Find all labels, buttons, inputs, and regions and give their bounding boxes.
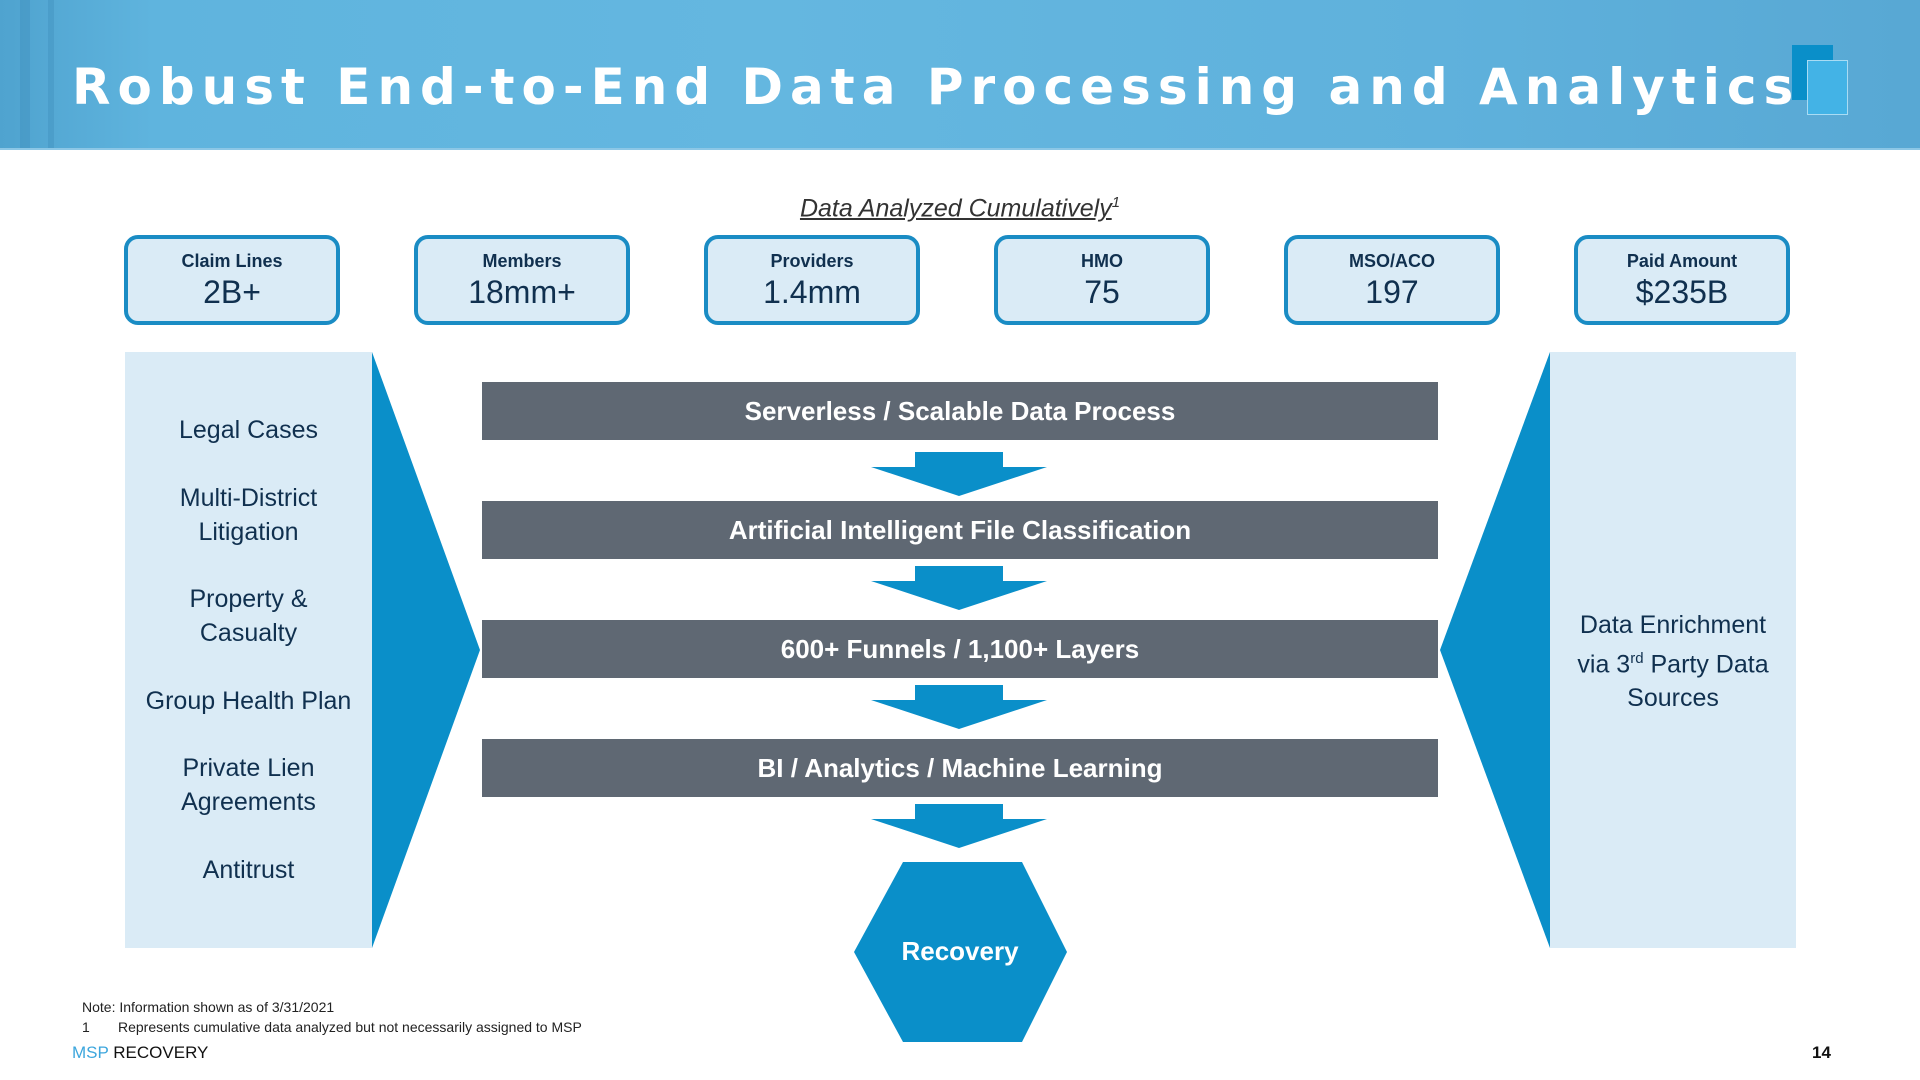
down-arrow-icon bbox=[871, 452, 1047, 496]
down-arrow-icon bbox=[871, 804, 1047, 848]
right-funnel-triangle bbox=[1440, 352, 1550, 948]
brand-rest: RECOVERY bbox=[108, 1043, 209, 1062]
process-step-3: 600+ Funnels / 1,100+ Layers bbox=[482, 620, 1438, 678]
footnote-text: Represents cumulative data analyzed but … bbox=[118, 1019, 582, 1035]
source-item-private-lien-agreements: Private Lien Agreements bbox=[181, 754, 316, 817]
source-item-legal-cases: Legal Cases bbox=[179, 416, 318, 445]
down-arrow-icon bbox=[871, 566, 1047, 610]
footnote: 1 Represents cumulative data analyzed but… bbox=[82, 1019, 582, 1035]
source-item-antitrust: Antitrust bbox=[202, 855, 295, 884]
source-item-multi-district-litigation: Multi-District Litigation bbox=[179, 483, 318, 546]
enrichment-text: Data Enrichment via 3rd Party Data Sourc… bbox=[1577, 611, 1769, 713]
page-number: 14 bbox=[1812, 1043, 1831, 1062]
source-list: Legal Cases Multi-District Litigation Pro… bbox=[125, 352, 372, 948]
down-arrow-icon bbox=[871, 685, 1047, 729]
left-funnel-triangle bbox=[372, 352, 480, 948]
process-step-4: BI / Analytics / Machine Learning bbox=[482, 739, 1438, 797]
footnote-number: 1 bbox=[82, 1019, 90, 1035]
process-step-2: Artificial Intelligent File Classificati… bbox=[482, 501, 1438, 559]
recovery-label: Recovery bbox=[901, 936, 1019, 966]
brand-wordmark: MSP RECOVERY bbox=[72, 1043, 208, 1063]
brand-accent: MSP bbox=[72, 1043, 109, 1062]
footer-note: Note: Information shown as of 3/31/2021 bbox=[82, 999, 335, 1015]
source-item-group-health-plan: Group Health Plan bbox=[145, 686, 352, 715]
source-item-property-casualty: Property & Casualty bbox=[189, 585, 308, 648]
process-step-1: Serverless / Scalable Data Process bbox=[482, 382, 1438, 440]
